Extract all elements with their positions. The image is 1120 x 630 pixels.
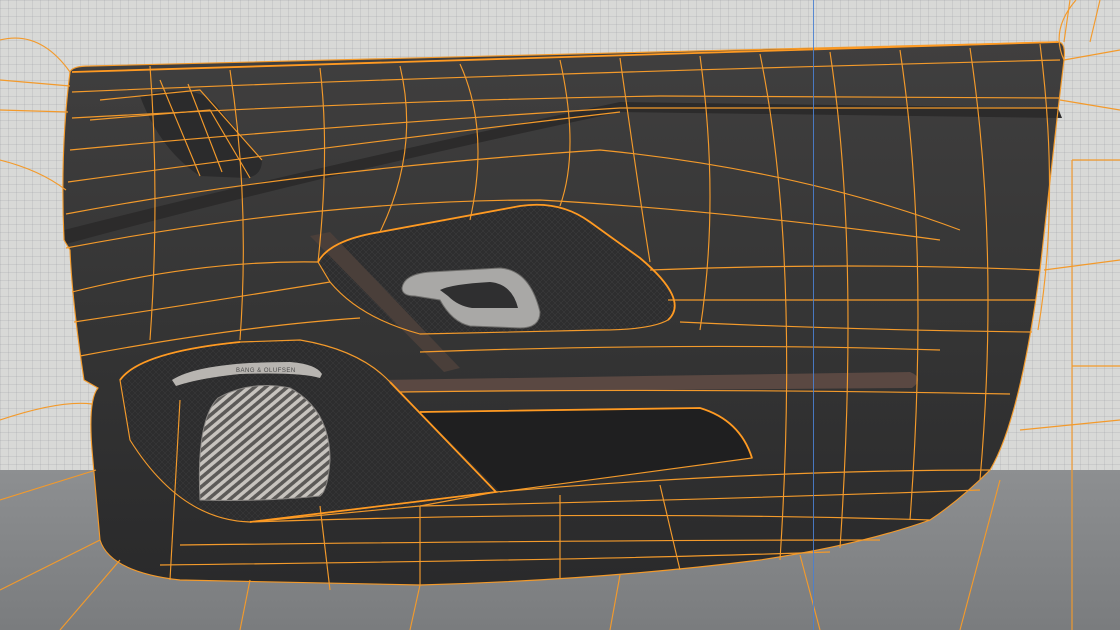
wireframe-feature-edges: [71, 41, 1059, 523]
3d-viewport[interactable]: BANG & OLUFSEN: [0, 0, 1120, 630]
view-axis-line: [813, 0, 814, 630]
